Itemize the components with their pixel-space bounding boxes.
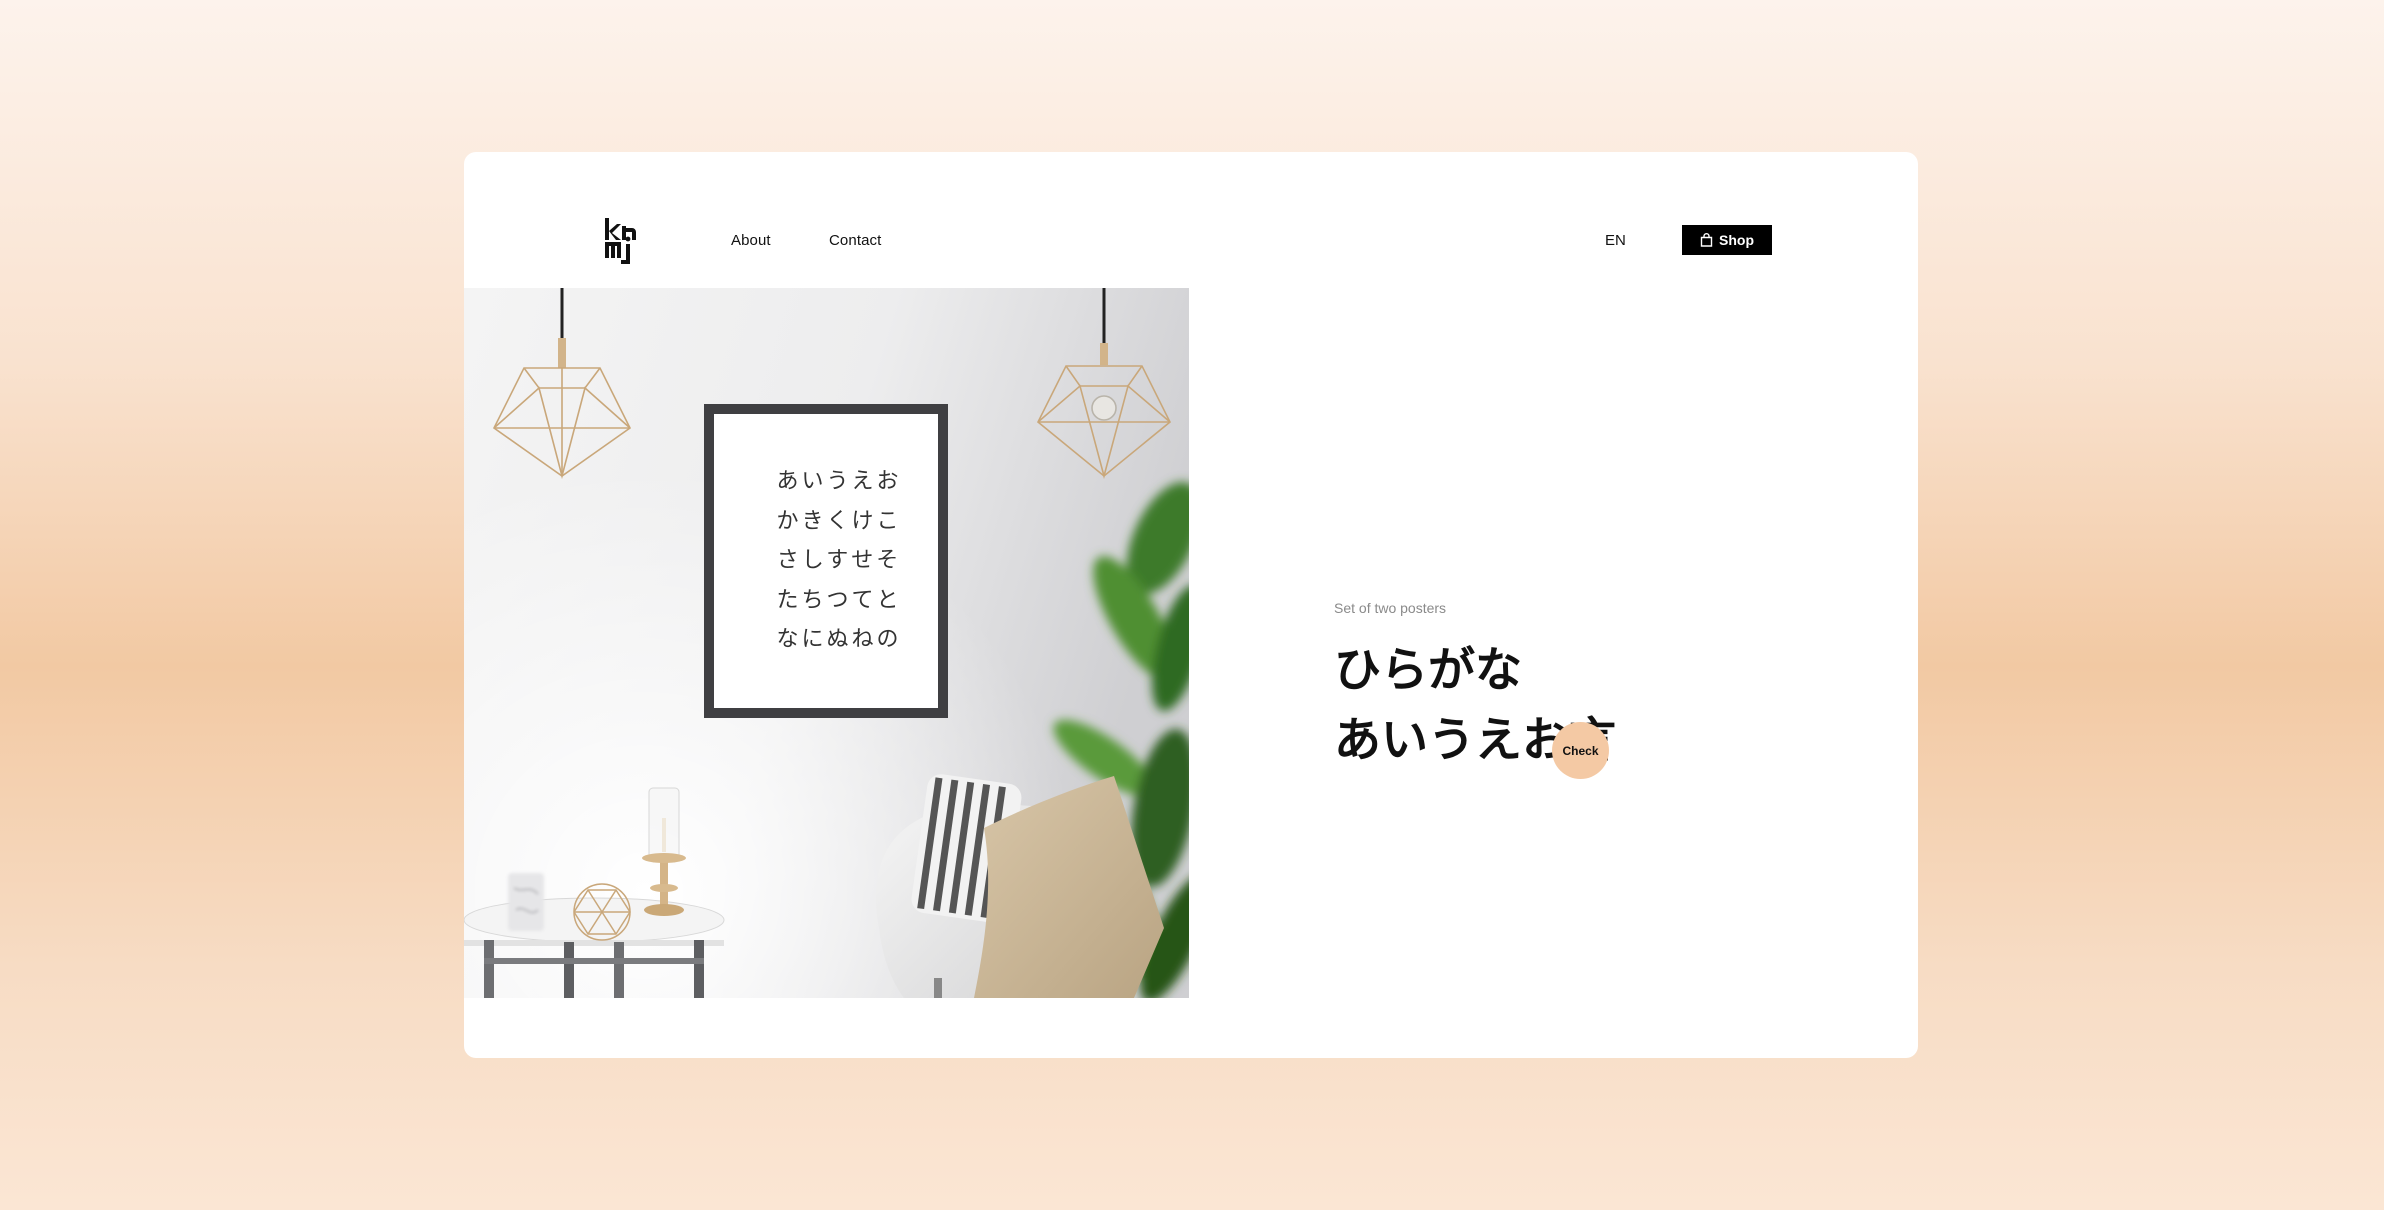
poster-line: なにぬねの	[776, 627, 902, 652]
nav-contact-link[interactable]: Contact	[829, 232, 881, 249]
poster-line: あいうえお	[776, 469, 902, 494]
poster-line: さしすせそ	[776, 548, 902, 573]
shop-button[interactable]: Shop	[1682, 225, 1772, 255]
knmj-logo-icon[interactable]	[604, 218, 638, 268]
language-switch[interactable]: EN	[1605, 232, 1626, 249]
nav-about-link[interactable]: About	[731, 232, 771, 249]
check-button[interactable]: Check	[1552, 722, 1609, 779]
shopping-bag-icon	[1700, 233, 1713, 247]
poster-line: たちつてと	[776, 587, 902, 613]
shop-button-label: Shop	[1719, 232, 1754, 248]
poster-line: かきくけこ	[776, 508, 902, 534]
marble-vase	[508, 873, 544, 931]
product-subtitle: Set of two posters	[1334, 600, 1447, 616]
poster-hiragana-text: あいうえお かきくけこ さしすせそ たちつてと なにぬねの	[764, 462, 914, 660]
main-card: About Contact EN Shop あいうえお かきくけこ さしすせそ …	[464, 152, 1918, 1058]
product-title-line: ひらがな	[1334, 643, 1522, 698]
hero-image: あいうえお かきくけこ さしすせそ たちつてと なにぬねの	[464, 288, 1189, 998]
